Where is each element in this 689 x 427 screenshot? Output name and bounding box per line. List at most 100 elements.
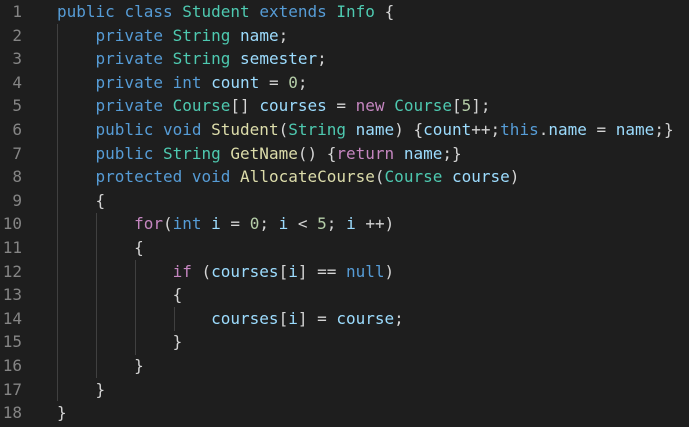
code-line-18[interactable]: 18} bbox=[0, 401, 689, 425]
line-code[interactable]: public void Student(String name) {count+… bbox=[57, 118, 674, 142]
code-line-3[interactable]: 3 private String semester; bbox=[0, 47, 689, 71]
code-token: course bbox=[451, 167, 510, 187]
code-line-17[interactable]: 17 } bbox=[0, 378, 689, 402]
code-line-1[interactable]: 1 public class Student extends Info { bbox=[0, 0, 689, 24]
code-token: ++) bbox=[355, 214, 395, 234]
code-token: name bbox=[615, 119, 655, 139]
code-token: [ bbox=[278, 308, 289, 328]
code-token: Student bbox=[182, 2, 250, 21]
code-token: count bbox=[211, 72, 260, 92]
code-token: private bbox=[95, 96, 163, 116]
code-token: . bbox=[538, 119, 549, 139]
code-line-12[interactable]: 12 if (courses[i] == null) bbox=[0, 260, 689, 284]
code-token: AllocateCourse bbox=[240, 167, 375, 187]
code-token: { bbox=[57, 190, 106, 210]
code-token: ; bbox=[278, 25, 289, 45]
line-code[interactable]: private String name; bbox=[57, 24, 289, 48]
line-number: 9 bbox=[12, 190, 22, 210]
line-code[interactable]: private int count = 0; bbox=[57, 71, 308, 95]
code-token: ( bbox=[162, 214, 173, 234]
code-line-11[interactable]: 11 { bbox=[0, 236, 689, 260]
code-line-13[interactable]: 13 { bbox=[0, 283, 689, 307]
code-token: ]; bbox=[471, 96, 491, 116]
code-token: class bbox=[124, 2, 173, 21]
line-number: 12 bbox=[2, 261, 22, 281]
code-token: i bbox=[211, 214, 221, 234]
code-token: i bbox=[288, 261, 298, 281]
code-token: 5 bbox=[461, 96, 472, 116]
code-token: 5 bbox=[317, 214, 327, 234]
code-line-4[interactable]: 4 private int count = 0; bbox=[0, 71, 689, 95]
code-line-10[interactable]: 10 for(int i = 0; i < 5; i ++) bbox=[0, 212, 689, 236]
code-token: for bbox=[134, 214, 163, 234]
code-token: public bbox=[95, 119, 154, 139]
code-token: i bbox=[346, 214, 356, 234]
line-code[interactable]: { bbox=[57, 283, 183, 307]
line-code[interactable]: for(int i = 0; i < 5; i ++) bbox=[57, 212, 394, 236]
line-code[interactable]: { bbox=[57, 189, 106, 213]
line-code[interactable]: } bbox=[57, 378, 106, 402]
code-line-16[interactable]: 16 } bbox=[0, 354, 689, 378]
line-code[interactable]: } bbox=[57, 401, 67, 425]
code-token: Info bbox=[336, 2, 375, 21]
line-number: 6 bbox=[12, 119, 22, 139]
code-token: ;} bbox=[442, 143, 462, 163]
code-line-8[interactable]: 8 protected void AllocateCourse(Course c… bbox=[0, 165, 689, 189]
code-token: if bbox=[172, 261, 192, 281]
code-token: GetName bbox=[230, 143, 298, 163]
code-token: String bbox=[172, 25, 231, 45]
line-code[interactable]: public String GetName() {return name;} bbox=[57, 142, 462, 166]
line-code[interactable]: private String semester; bbox=[57, 47, 327, 71]
code-line-2[interactable]: 2 private String name; bbox=[0, 24, 689, 48]
code-token: ++; bbox=[471, 119, 501, 139]
code-token: Student bbox=[211, 119, 279, 139]
line-number: 1 bbox=[12, 2, 22, 21]
code-token: courses bbox=[211, 261, 279, 281]
line-code[interactable]: courses[i] = course; bbox=[57, 307, 404, 331]
code-line-9[interactable]: 9 { bbox=[0, 189, 689, 213]
code-line-6[interactable]: 6 public void Student(String name) {coun… bbox=[0, 118, 689, 142]
code-token: Course bbox=[394, 96, 452, 116]
line-code[interactable]: } bbox=[57, 330, 183, 354]
code-line-15[interactable]: 15 } bbox=[0, 330, 689, 354]
code-token: ) { bbox=[394, 119, 424, 139]
code-line-14[interactable]: 14 courses[i] = course; bbox=[0, 307, 689, 331]
code-token: extends bbox=[259, 2, 327, 21]
code-line-5[interactable]: 5 private Course[] courses = new Course[… bbox=[0, 94, 689, 118]
line-code[interactable]: private Course[] courses = new Course[5]… bbox=[57, 94, 491, 118]
code-token: = bbox=[586, 119, 616, 139]
code-line-7[interactable]: 7 public String GetName() {return name;} bbox=[0, 142, 689, 166]
code-token: < bbox=[288, 214, 318, 234]
code-token: () { bbox=[297, 143, 337, 163]
code-token: String bbox=[162, 143, 221, 163]
code-token: ; bbox=[394, 308, 404, 328]
line-code[interactable]: public class Student extends Info { bbox=[57, 0, 394, 24]
code-token: { bbox=[57, 237, 144, 257]
code-editor[interactable]: 1 public class Student extends Info {2 pr… bbox=[0, 0, 689, 427]
line-code[interactable]: if (courses[i] == null) bbox=[57, 260, 395, 284]
code-token: this bbox=[500, 119, 539, 139]
line-number: 8 bbox=[12, 167, 22, 187]
code-token: ; bbox=[317, 49, 327, 69]
code-token: public bbox=[57, 2, 115, 21]
line-code[interactable]: } bbox=[57, 354, 144, 378]
line-code[interactable]: protected void AllocateCourse(Course cou… bbox=[57, 165, 520, 189]
line-code[interactable]: { bbox=[57, 236, 144, 260]
indent-guide-level-4 bbox=[174, 307, 175, 331]
